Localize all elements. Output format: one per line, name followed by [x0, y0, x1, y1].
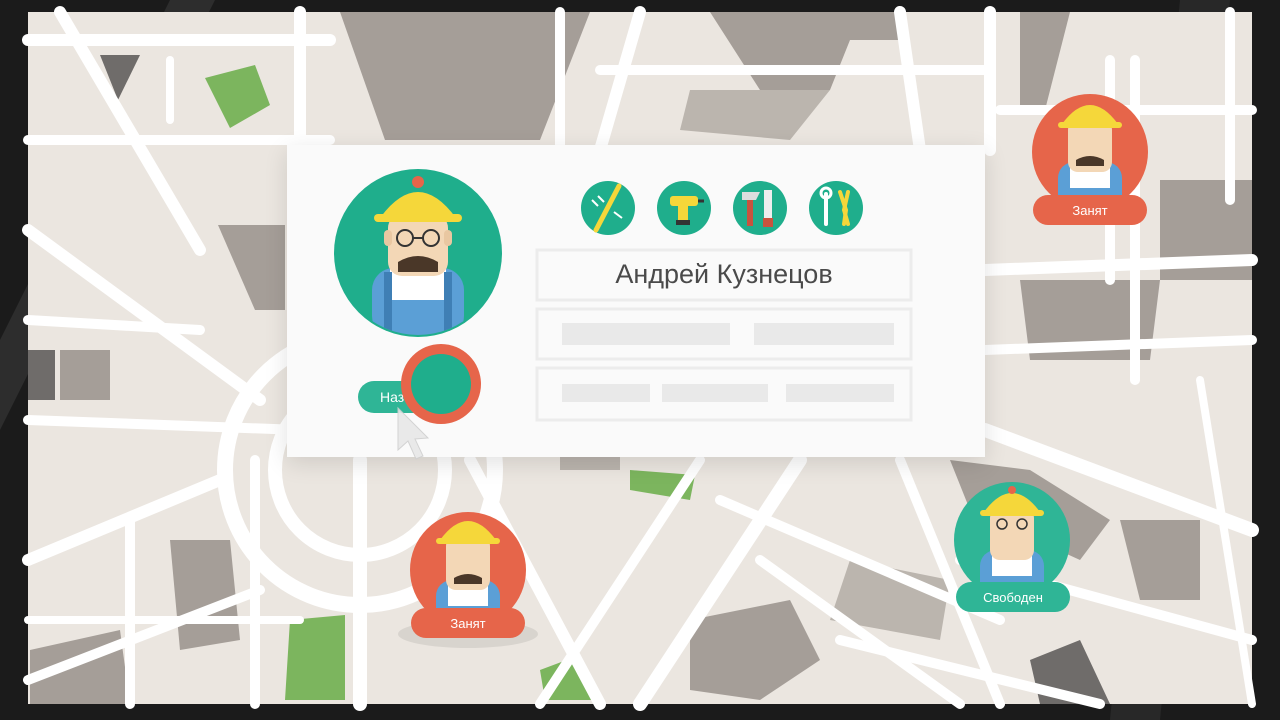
card-content-layer — [334, 169, 913, 422]
worker-avatar-large — [334, 169, 502, 337]
info-placeholder — [786, 384, 894, 402]
screwdriver-icon[interactable] — [581, 181, 635, 235]
status-badge: Свободен — [956, 582, 1070, 612]
info-placeholder — [562, 323, 730, 345]
info-placeholder — [662, 384, 768, 402]
wrench-pliers-icon[interactable] — [809, 181, 863, 235]
app-stage: Андрей Кузнецов Наз Занят Занят Свободен — [0, 0, 1280, 720]
axe-saw-icon[interactable] — [733, 181, 787, 235]
info-placeholder — [754, 323, 894, 345]
worker-name: Андрей Кузнецов — [615, 258, 833, 289]
drill-icon[interactable] — [657, 181, 711, 235]
status-badge: Занят — [1033, 195, 1147, 225]
assign-button[interactable]: Наз — [358, 381, 438, 413]
status-badge: Занят — [411, 608, 525, 638]
info-placeholder — [562, 384, 650, 402]
